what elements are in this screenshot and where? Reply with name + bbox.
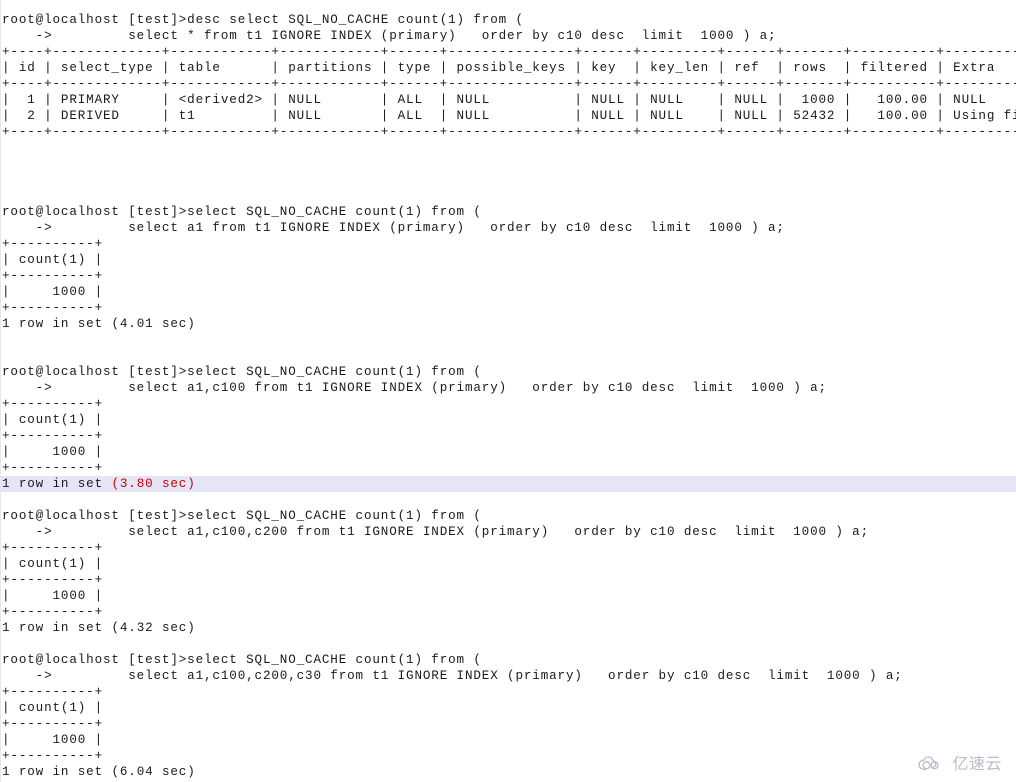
result-separator-mid: +----------+ [2, 269, 104, 283]
command-continuation-line: -> select a1 from t1 IGNORE INDEX (prima… [2, 221, 785, 235]
result-separator-top: +----------+ [2, 397, 104, 411]
table-row: | 1 | PRIMARY | <derived2> | NULL | ALL … [2, 93, 1016, 107]
status-text: 1 row in set [2, 621, 112, 635]
elapsed-time: (3.80 sec) [111, 477, 196, 491]
result-separator-bottom: +----------+ [2, 301, 104, 315]
status-line-highlighted[interactable]: 1 row in set (3.80 sec) [0, 476, 1016, 492]
result-separator-top: +----------+ [2, 237, 104, 251]
command-line: root@localhost [test]>desc select SQL_NO… [2, 13, 524, 27]
result-separator-bottom: +----------+ [2, 749, 104, 763]
table-row: | 1000 | [2, 285, 104, 299]
table-row: | 1000 | [2, 733, 104, 747]
result-separator-bottom: +----------+ [2, 461, 104, 475]
result-separator-mid: +----------+ [2, 717, 104, 731]
command-line: root@localhost [test]>select SQL_NO_CACH… [2, 509, 482, 523]
command-continuation-line: -> select * from t1 IGNORE INDEX (primar… [2, 29, 777, 43]
explain-table-separator-top: +----+-------------+------------+-------… [2, 45, 1016, 59]
table-row: | 1000 | [2, 445, 104, 459]
explain-table-separator-mid: +----+-------------+------------+-------… [2, 77, 1016, 91]
status-text: 1 row in set [2, 765, 112, 779]
elapsed-time: (6.04 sec) [111, 765, 196, 779]
status-line: 1 row in set (6.04 sec) [2, 764, 1016, 780]
status-line: 1 row in set (4.32 sec) [2, 620, 1016, 636]
explain-table-separator-bottom: +----+-------------+------------+-------… [2, 125, 1016, 139]
result-header: | count(1) | [2, 701, 104, 715]
command-continuation-line: -> select a1,c100,c200,c30 from t1 IGNOR… [2, 669, 903, 683]
elapsed-time: (4.32 sec) [111, 621, 196, 635]
terminal-screen[interactable]: root@localhost [test]>desc select SQL_NO… [0, 0, 1016, 780]
command-line: root@localhost [test]>select SQL_NO_CACH… [2, 365, 482, 379]
status-line: 1 row in set (4.01 sec) [2, 316, 1016, 332]
result-separator-bottom: +----------+ [2, 605, 104, 619]
result-header: | count(1) | [2, 557, 104, 571]
explain-table-header: | id | select_type | table | partitions … [2, 61, 1016, 75]
command-line: root@localhost [test]>select SQL_NO_CACH… [2, 205, 482, 219]
command-continuation-line: -> select a1,c100,c200 from t1 IGNORE IN… [2, 525, 869, 539]
result-header: | count(1) | [2, 413, 104, 427]
result-header: | count(1) | [2, 253, 104, 267]
result-separator-top: +----------+ [2, 685, 104, 699]
result-separator-top: +----------+ [2, 541, 104, 555]
table-row: | 2 | DERIVED | t1 | NULL | ALL | NULL |… [2, 109, 1016, 123]
table-row: | 1000 | [2, 589, 104, 603]
command-line: root@localhost [test]>select SQL_NO_CACH… [2, 653, 482, 667]
result-separator-mid: +----------+ [2, 429, 104, 443]
status-text: 1 row in set [2, 477, 112, 491]
result-separator-mid: +----------+ [2, 573, 104, 587]
terminal-window[interactable]: root@localhost [test]>desc select SQL_NO… [0, 0, 1016, 782]
elapsed-time: (4.01 sec) [111, 317, 196, 331]
status-text: 1 row in set [2, 317, 112, 331]
command-continuation-line: -> select a1,c100 from t1 IGNORE INDEX (… [2, 381, 827, 395]
